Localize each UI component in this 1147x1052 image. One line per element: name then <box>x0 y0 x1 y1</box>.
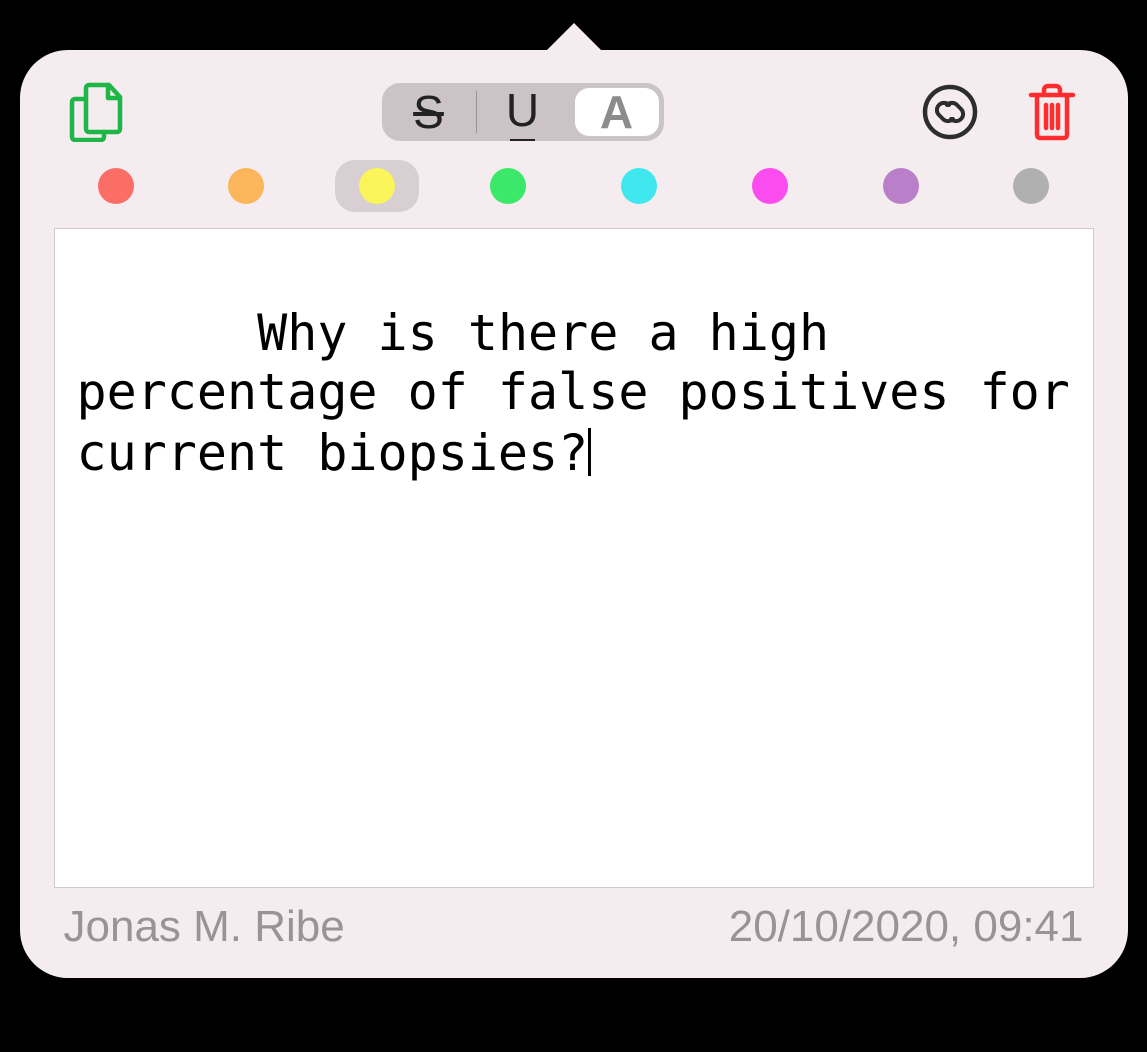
strikethrough-button[interactable]: S <box>382 83 476 141</box>
color-option-yellow[interactable] <box>335 160 419 212</box>
copy-button[interactable] <box>66 82 126 142</box>
color-option-purple[interactable] <box>859 160 943 212</box>
text-style-segmented: S U A <box>382 83 664 141</box>
note-popover: S U A <box>20 50 1128 978</box>
color-option-orange[interactable] <box>204 160 288 212</box>
color-swatch-cyan <box>621 168 657 204</box>
link-icon <box>922 84 978 140</box>
note-text-area[interactable]: Why is there a high percentage of false … <box>54 228 1094 888</box>
underline-label: U <box>506 83 539 141</box>
underline-button[interactable]: U <box>476 83 570 141</box>
link-button[interactable] <box>920 82 980 142</box>
color-swatch-purple <box>883 168 919 204</box>
color-swatch-red <box>98 168 134 204</box>
note-footer: Jonas M. Ribe 20/10/2020, 09:41 <box>48 888 1100 960</box>
color-swatch-yellow <box>359 168 395 204</box>
color-option-green[interactable] <box>466 160 550 212</box>
color-swatch-orange <box>228 168 264 204</box>
note-timestamp: 20/10/2020, 09:41 <box>729 902 1084 952</box>
color-option-red[interactable] <box>74 160 158 212</box>
trash-icon <box>1027 83 1077 141</box>
delete-button[interactable] <box>1022 82 1082 142</box>
color-swatch-grey <box>1013 168 1049 204</box>
color-option-cyan[interactable] <box>597 160 681 212</box>
format-toolbar: S U A <box>48 78 1100 154</box>
highlight-button[interactable]: A <box>575 88 659 136</box>
note-author: Jonas M. Ribe <box>64 902 345 952</box>
popover-body: S U A <box>20 50 1128 978</box>
copy-icon <box>69 82 123 142</box>
color-option-magenta[interactable] <box>728 160 812 212</box>
strikethrough-label: S <box>413 85 444 139</box>
highlight-color-row <box>48 154 1100 228</box>
text-caret <box>588 428 591 476</box>
color-option-grey[interactable] <box>989 160 1073 212</box>
highlight-label: A <box>600 85 633 139</box>
color-swatch-magenta <box>752 168 788 204</box>
popover-arrow <box>544 23 604 53</box>
color-swatch-green <box>490 168 526 204</box>
